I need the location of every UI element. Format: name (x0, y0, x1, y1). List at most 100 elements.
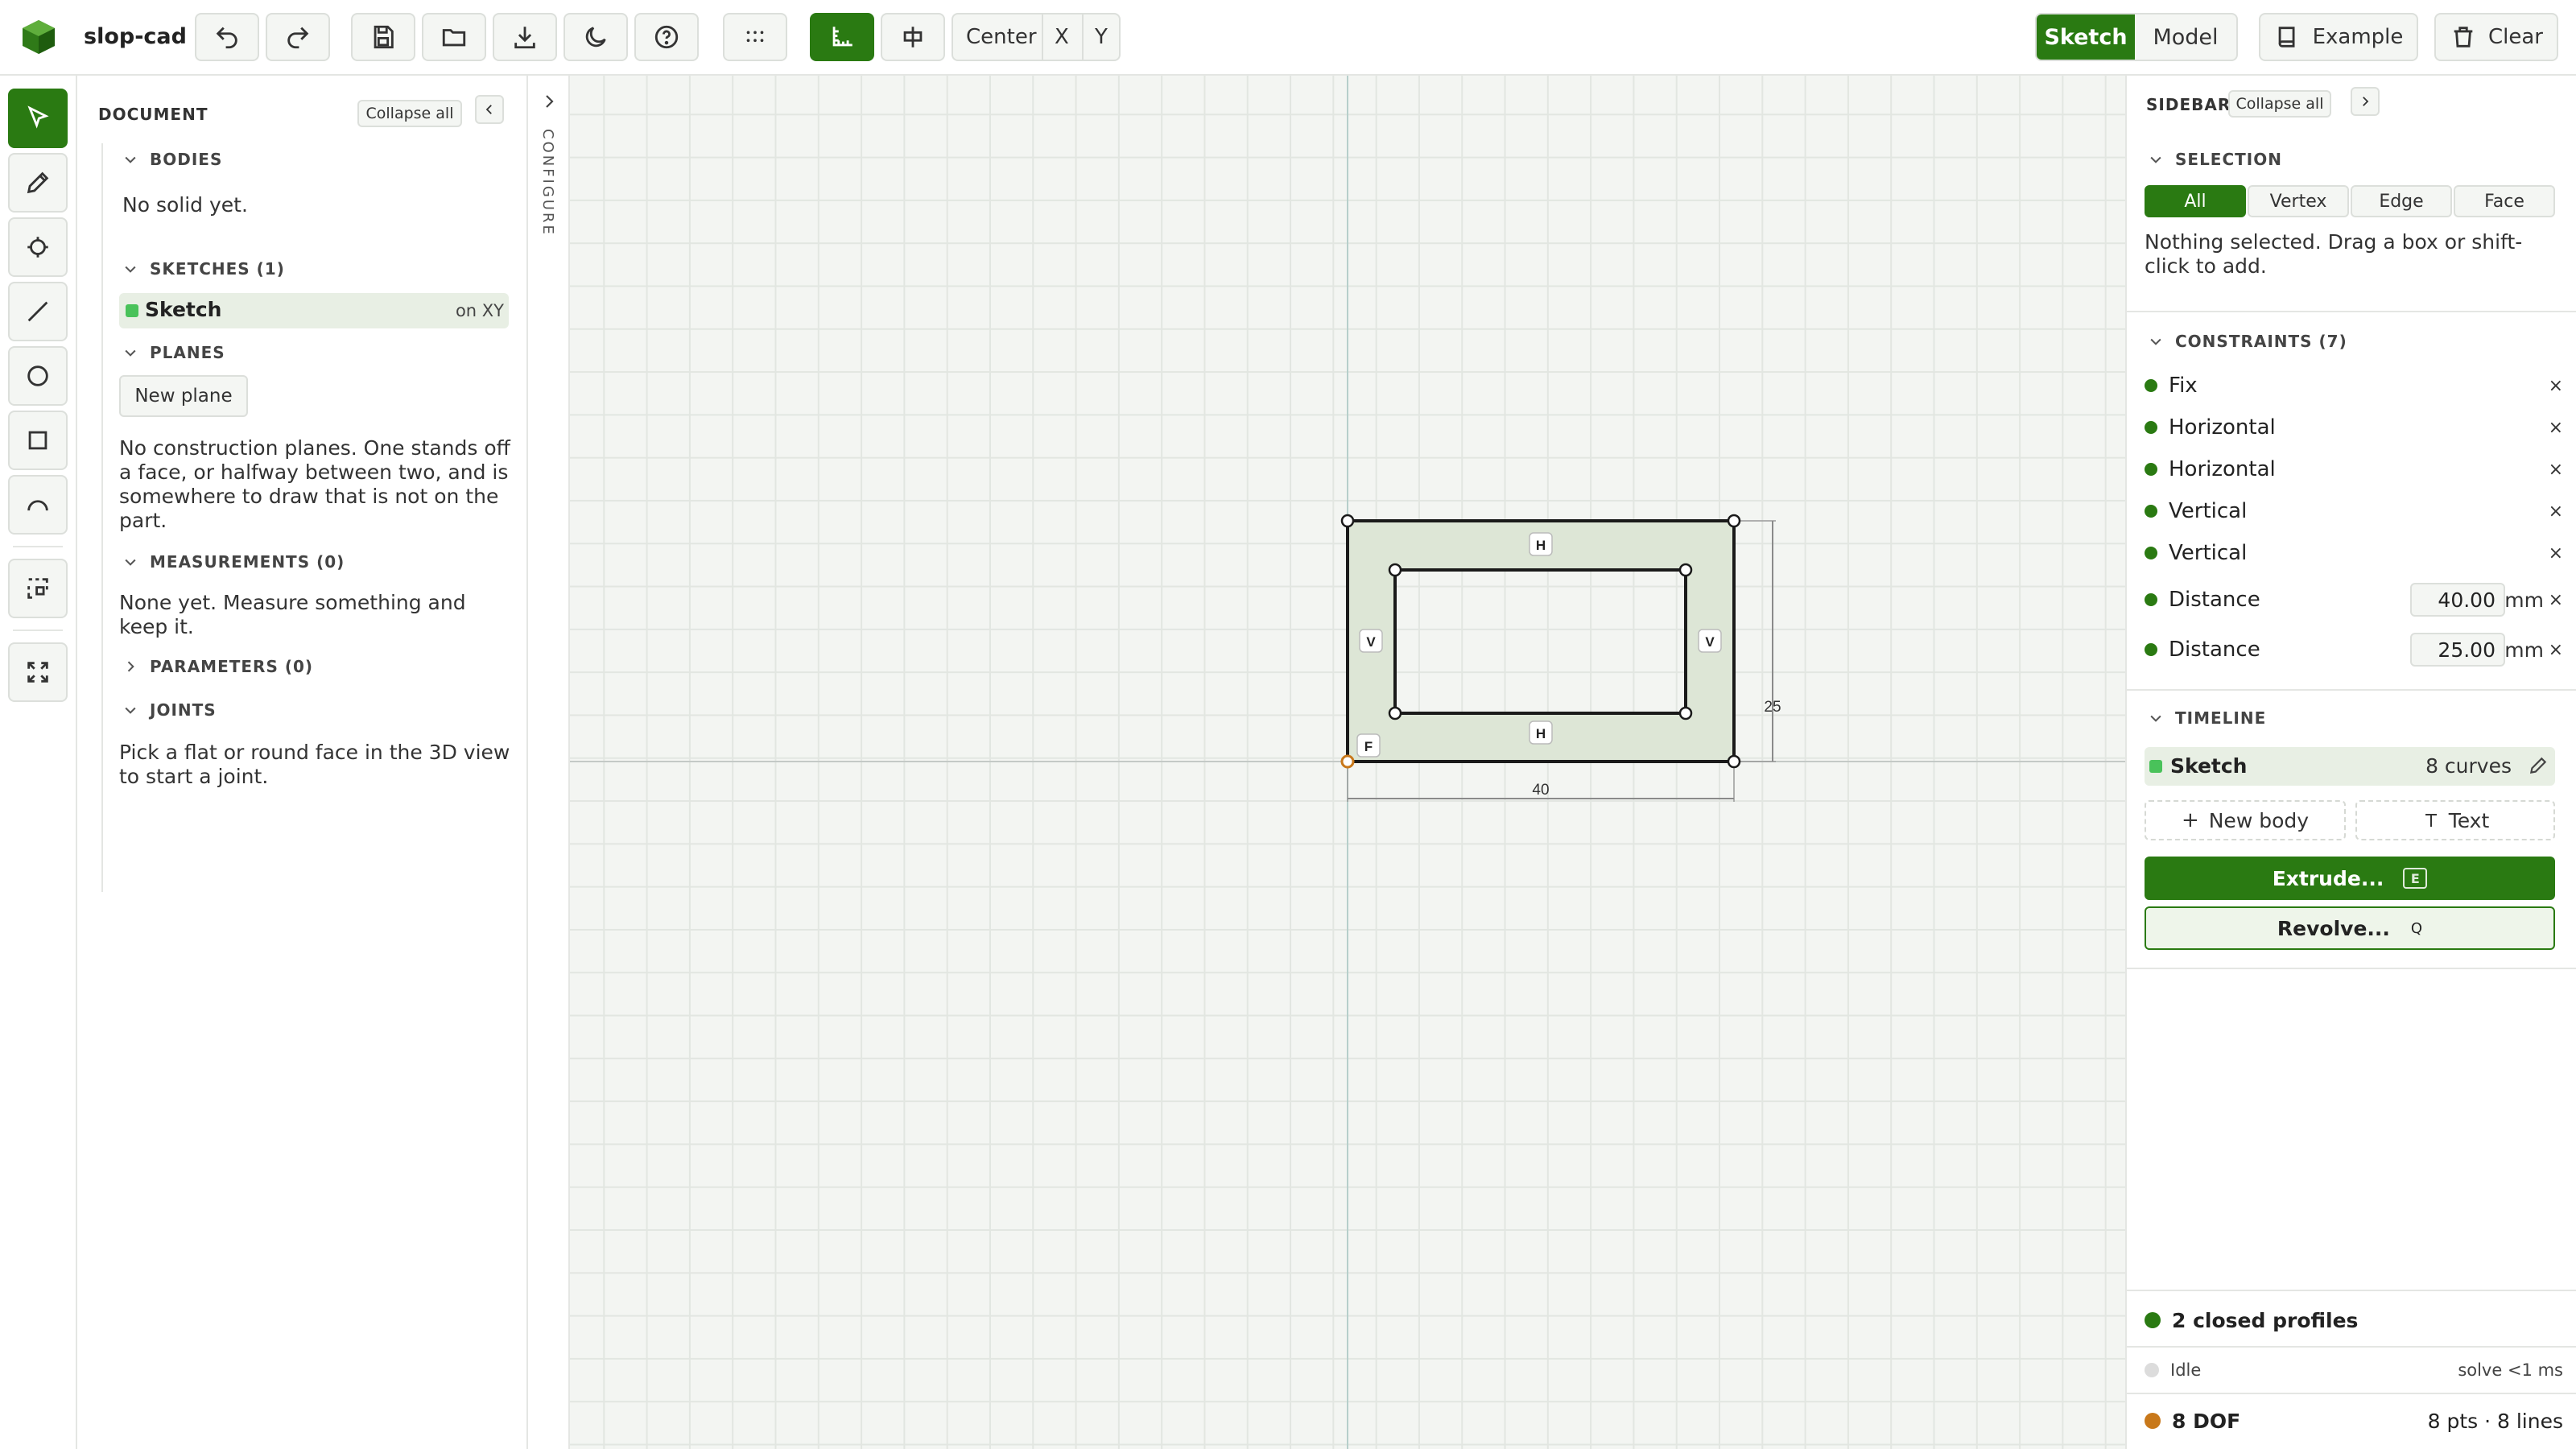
distance-value-input[interactable]: 25.00 (2410, 633, 2505, 667)
bodies-header[interactable]: BODIES (122, 150, 222, 169)
axis-y-button[interactable]: Y (1095, 25, 1108, 49)
constraint-tag-h-top[interactable]: H (1529, 532, 1553, 556)
height-dimension-label[interactable]: 25 (1764, 699, 1781, 716)
constraint-name: Horizontal (2169, 457, 2276, 481)
timeline-header[interactable]: TIMELINE (2148, 708, 2266, 728)
sketch-point[interactable] (1340, 514, 1355, 528)
filter-face[interactable]: Face (2454, 185, 2555, 217)
example-button[interactable]: Example (2259, 13, 2418, 61)
remove-constraint-button[interactable]: × (2549, 418, 2563, 438)
status-divider (2127, 1346, 2576, 1348)
arc-tool[interactable] (8, 475, 68, 535)
line-tool[interactable] (8, 282, 68, 341)
sidebar-collapse-button[interactable] (2351, 87, 2380, 116)
undo-button[interactable] (195, 13, 259, 61)
constraint-row[interactable]: Vertical × (2145, 533, 2563, 573)
sketch-item-plane: on XY (455, 301, 504, 320)
width-dimension-label[interactable]: 40 (1532, 782, 1549, 799)
sketch-list-item[interactable]: Sketch on XY (119, 293, 509, 328)
filter-all[interactable]: All (2145, 185, 2246, 217)
snap-toggle-button[interactable] (810, 13, 874, 61)
dof-status-dot (2145, 1413, 2161, 1429)
distance-value-input[interactable]: 40.00 (2410, 583, 2505, 617)
parameters-header[interactable]: PARAMETERS (0) (122, 657, 313, 676)
select-tool[interactable] (8, 89, 68, 148)
solver-status-label: Idle (2170, 1360, 2202, 1380)
new-body-button[interactable]: + New body (2145, 800, 2346, 840)
constraint-row[interactable]: Distance 25.00 mm × (2145, 630, 2563, 670)
sketches-header[interactable]: SKETCHES (1) (122, 259, 285, 279)
fit-view-tool[interactable] (8, 642, 68, 702)
filter-vertex[interactable]: Vertex (2248, 185, 2349, 217)
chevron-down-icon (2150, 338, 2161, 345)
constraint-tag-v-left[interactable]: V (1359, 629, 1383, 653)
timeline-item-sketch[interactable]: Sketch 8 curves (2145, 747, 2555, 786)
configure-strip[interactable]: CONFIGURE (528, 76, 570, 1449)
remove-constraint-button[interactable]: × (2549, 460, 2563, 480)
circle-tool[interactable] (8, 346, 68, 406)
joints-header[interactable]: JOINTS (122, 700, 217, 720)
constraint-tag-v-right[interactable]: V (1698, 629, 1722, 653)
help-button[interactable] (634, 13, 699, 61)
remove-constraint-button[interactable]: × (2549, 543, 2563, 564)
redo-icon (287, 27, 309, 49)
axis-x-button[interactable]: X (1055, 25, 1069, 49)
measurements-header[interactable]: MEASUREMENTS (0) (122, 552, 345, 572)
sidebar-collapse-all-button[interactable]: Collapse all (2228, 90, 2331, 118)
revolve-button[interactable]: Revolve... Q (2145, 906, 2555, 950)
pencil-tool[interactable] (8, 153, 68, 213)
open-button[interactable] (422, 13, 486, 61)
sketch-point[interactable] (1388, 706, 1402, 720)
download-button[interactable] (493, 13, 557, 61)
align-button[interactable] (881, 13, 945, 61)
remove-constraint-button[interactable]: × (2549, 640, 2563, 660)
bodies-header-label: BODIES (150, 150, 223, 169)
center-button[interactable]: Center (966, 25, 1037, 49)
constraint-row[interactable]: Horizontal × (2145, 407, 2563, 448)
model-mode-button[interactable]: Model (2135, 14, 2236, 60)
constraint-row[interactable]: Horizontal × (2145, 449, 2563, 489)
rectangle-tool[interactable] (8, 411, 68, 470)
dark-mode-button[interactable] (564, 13, 628, 61)
measurements-header-label: MEASUREMENTS (0) (150, 552, 345, 572)
inner-rectangle[interactable] (1393, 568, 1687, 715)
constraints-header[interactable]: CONSTRAINTS (7) (2148, 332, 2347, 351)
sketch-point[interactable] (1727, 514, 1741, 528)
sketch-point[interactable] (1678, 706, 1693, 720)
constraint-tag-fix[interactable]: F (1356, 733, 1381, 758)
solver-status-dot (2145, 1363, 2159, 1377)
sketch-mode-button[interactable]: Sketch (2037, 14, 2135, 60)
remove-constraint-button[interactable]: × (2549, 376, 2563, 396)
constraint-status-dot (2145, 421, 2157, 434)
collapse-panel-button[interactable] (475, 95, 504, 124)
constraint-row[interactable]: Vertical × (2145, 491, 2563, 531)
remove-constraint-button[interactable]: × (2549, 502, 2563, 522)
text-button[interactable]: Text (2355, 800, 2555, 840)
clear-button[interactable]: Clear (2434, 13, 2558, 61)
sketch-point[interactable] (1388, 563, 1402, 577)
new-plane-button[interactable]: New plane (119, 375, 248, 417)
extrude-button[interactable]: Extrude... E (2145, 857, 2555, 900)
box-select-tool[interactable] (8, 559, 68, 618)
fixed-origin-point[interactable] (1340, 754, 1355, 769)
save-button[interactable] (351, 13, 415, 61)
solve-time: solve <1 ms (2458, 1360, 2563, 1380)
collapse-all-button[interactable]: Collapse all (357, 100, 462, 127)
sketch-point[interactable] (1678, 563, 1693, 577)
point-tool[interactable] (8, 217, 68, 277)
edit-pencil-icon[interactable] (2528, 755, 2549, 776)
sketch-svg[interactable]: 40 25 H H V V F (570, 76, 2125, 1449)
remove-constraint-button[interactable]: × (2549, 590, 2563, 610)
grid-button[interactable] (723, 13, 787, 61)
redo-button[interactable] (266, 13, 330, 61)
constraint-tag-h-bottom[interactable]: H (1529, 720, 1553, 745)
sketch-canvas[interactable]: 40 25 H H V V F (570, 76, 2125, 1449)
constraint-row[interactable]: Distance 40.00 mm × (2145, 580, 2563, 620)
planes-header[interactable]: PLANES (122, 343, 225, 362)
filter-edge[interactable]: Edge (2351, 185, 2452, 217)
distance-unit: mm (2504, 638, 2544, 662)
selection-header-label: SELECTION (2175, 150, 2282, 169)
sketch-point[interactable] (1727, 754, 1741, 769)
selection-header[interactable]: SELECTION (2148, 150, 2282, 169)
constraint-row[interactable]: Fix × (2145, 365, 2563, 406)
